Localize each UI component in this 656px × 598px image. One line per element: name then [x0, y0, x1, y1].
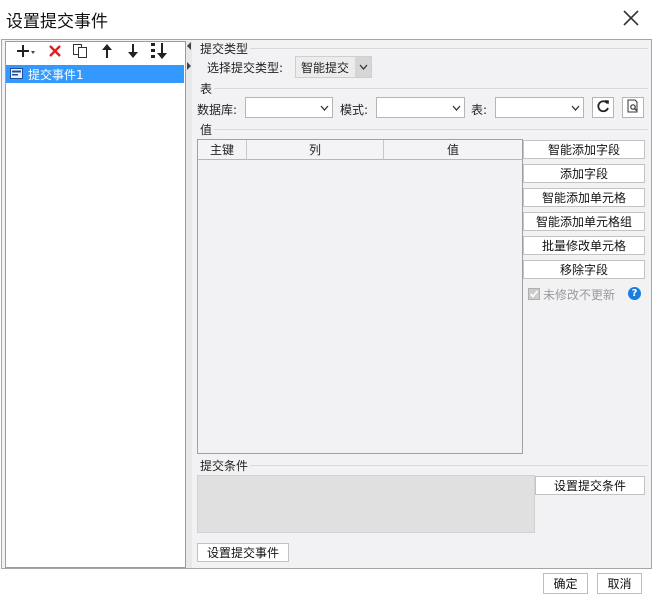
refresh-button[interactable]	[592, 97, 614, 118]
table-section-title: 表	[200, 82, 213, 96]
document-search-icon	[626, 99, 640, 116]
set-event-button[interactable]: 设置提交事件	[197, 543, 289, 562]
move-up-button[interactable]	[97, 43, 117, 63]
divider	[214, 88, 648, 89]
column-header-primary-key[interactable]: 主键	[198, 140, 246, 160]
cancel-button[interactable]: 取消	[597, 573, 642, 594]
column-header-value[interactable]: 值	[383, 140, 522, 160]
move-down-button[interactable]	[123, 43, 143, 63]
schema-select[interactable]	[376, 97, 465, 118]
database-label: 数据库:	[197, 103, 238, 117]
column-header-column[interactable]: 列	[246, 140, 383, 160]
add-event-button[interactable]	[12, 43, 40, 63]
smart-add-field-button[interactable]: 智能添加字段	[523, 140, 645, 159]
conditions-section-title: 提交条件	[200, 459, 249, 473]
delete-x-icon	[48, 44, 62, 62]
schema-label: 模式:	[340, 103, 369, 117]
divider	[214, 129, 648, 130]
database-select[interactable]	[245, 97, 333, 118]
smart-add-cell-button[interactable]: 智能添加单元格	[523, 188, 645, 207]
copy-event-button[interactable]	[70, 43, 90, 63]
conditions-display	[197, 475, 535, 533]
arrow-up-icon	[101, 43, 113, 63]
submit-type-label: 选择提交类型:	[207, 61, 284, 75]
chevron-down-icon	[448, 98, 464, 117]
refresh-icon	[596, 99, 610, 116]
submit-type-value: 智能提交	[301, 60, 350, 75]
table-select[interactable]	[495, 97, 584, 118]
event-list-panel	[5, 41, 186, 568]
no-update-checkbox[interactable]	[528, 288, 540, 300]
smart-add-cell-group-button[interactable]: 智能添加单元格组	[523, 212, 645, 231]
chevron-down-icon	[355, 57, 371, 77]
divider	[250, 48, 648, 49]
add-field-button[interactable]: 添加字段	[523, 164, 645, 183]
window-title: 设置提交事件	[6, 12, 108, 32]
fields-table[interactable]: 主键 列 值	[197, 139, 523, 454]
values-section-title: 值	[200, 123, 213, 137]
help-icon[interactable]: ?	[628, 287, 641, 300]
list-item[interactable]: 提交事件1	[6, 65, 184, 83]
divider	[250, 465, 648, 466]
remove-field-button[interactable]: 移除字段	[523, 260, 645, 279]
no-update-label: 未修改不更新	[543, 288, 616, 302]
close-icon[interactable]	[619, 6, 643, 30]
batch-modify-cells-button[interactable]: 批量修改单元格	[523, 236, 645, 255]
chevron-down-icon	[567, 98, 583, 117]
tree-item-label: 提交事件1	[28, 68, 84, 82]
submit-type-section-title: 提交类型	[200, 42, 249, 56]
plus-icon	[16, 43, 36, 63]
chevron-down-icon	[316, 98, 332, 117]
ok-button[interactable]: 确定	[543, 573, 588, 594]
table-label: 表:	[471, 103, 488, 117]
submit-type-select[interactable]: 智能提交	[295, 56, 372, 78]
delete-event-button[interactable]	[45, 43, 65, 63]
copy-icon	[72, 43, 88, 63]
set-condition-button[interactable]: 设置提交条件	[535, 476, 645, 495]
preview-table-button[interactable]	[622, 97, 644, 118]
event-icon	[10, 68, 23, 82]
arrow-down-icon	[127, 43, 139, 63]
sort-down-icon	[149, 42, 169, 64]
sort-button[interactable]	[148, 43, 170, 63]
